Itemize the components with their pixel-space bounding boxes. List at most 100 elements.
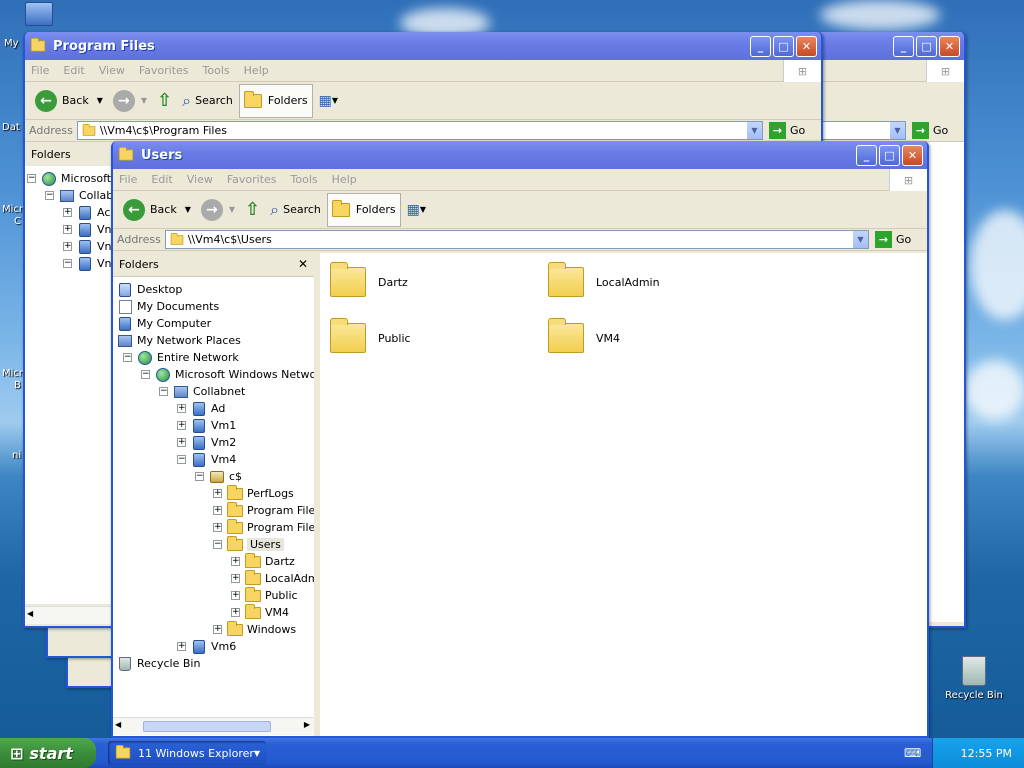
go-button[interactable]: → Go xyxy=(875,231,923,248)
minimize-icon[interactable]: _ xyxy=(856,144,877,166)
tree-item[interactable]: + Vn xyxy=(63,221,112,238)
tree-item[interactable]: My Computer xyxy=(117,315,211,332)
tree-item[interactable]: + LocalAdm xyxy=(231,569,314,587)
desktop-icon-label[interactable]: Micr xyxy=(2,368,23,379)
chevron-down-icon[interactable]: ▼ xyxy=(185,205,191,214)
collapse-icon[interactable]: − xyxy=(63,259,72,268)
tree-item[interactable]: − Entire Network xyxy=(123,349,239,366)
menu-view[interactable]: View xyxy=(99,64,125,77)
collapse-icon[interactable]: − xyxy=(177,455,186,464)
tree-item[interactable]: Desktop xyxy=(117,281,182,298)
menu-edit[interactable]: Edit xyxy=(63,64,84,77)
menu-help[interactable]: Help xyxy=(332,173,357,186)
expand-icon[interactable]: + xyxy=(213,506,222,515)
menu-favorites[interactable]: Favorites xyxy=(227,173,277,186)
tree-item[interactable]: + Program Files xyxy=(213,518,314,536)
maximize-icon[interactable]: □ xyxy=(879,144,900,166)
expand-icon[interactable]: + xyxy=(231,608,240,617)
expand-icon[interactable]: + xyxy=(177,438,186,447)
horizontal-scrollbar[interactable]: ◀ ▶ xyxy=(113,717,314,735)
expand-icon[interactable]: + xyxy=(177,404,186,413)
back-button[interactable]: ← Back ▼ xyxy=(119,193,195,227)
expand-icon[interactable]: + xyxy=(213,625,222,634)
tree-item[interactable]: − Microsoft W xyxy=(27,170,115,187)
expand-icon[interactable]: + xyxy=(231,574,240,583)
menu-favorites[interactable]: Favorites xyxy=(139,64,189,77)
folders-button[interactable]: Folders xyxy=(326,192,401,227)
scroll-left-icon[interactable]: ◀ xyxy=(115,720,121,729)
tree-item[interactable]: + Windows xyxy=(213,620,296,638)
tree-item[interactable]: + Program Files xyxy=(213,501,314,519)
expand-icon[interactable]: + xyxy=(231,557,240,566)
tree-item[interactable]: + PerfLogs xyxy=(213,484,294,502)
tree-item[interactable]: + Vm1 xyxy=(177,417,236,434)
desktop-icon-my-computer[interactable] xyxy=(22,2,56,32)
chevron-down-icon[interactable]: ▼ xyxy=(889,122,905,139)
forward-button[interactable]: → ▼ xyxy=(109,84,151,118)
desktop-icon-label[interactable]: Dat xyxy=(2,122,20,133)
back-button[interactable]: ← Back ▼ xyxy=(31,84,107,118)
tree-item[interactable]: − Vn xyxy=(63,255,112,272)
desktop-icon-label[interactable]: C xyxy=(14,216,21,227)
maximize-icon[interactable]: □ xyxy=(773,35,794,57)
tree-item[interactable]: + Vn xyxy=(63,238,112,255)
collapse-icon[interactable]: − xyxy=(159,387,168,396)
menu-view[interactable]: View xyxy=(187,173,213,186)
chevron-down-icon[interactable]: ▼ xyxy=(852,231,868,248)
close-pane-icon[interactable]: ✕ xyxy=(298,257,308,271)
scrollbar-thumb[interactable] xyxy=(143,721,271,732)
tree-item[interactable]: − Vm4 xyxy=(177,451,236,468)
tree-item[interactable]: + Vm2 xyxy=(177,434,236,451)
tree-item[interactable]: − Collab xyxy=(45,187,113,204)
menu-file[interactable]: File xyxy=(119,173,137,186)
chevron-down-icon[interactable]: ▼ xyxy=(97,96,103,105)
menu-file[interactable]: File xyxy=(31,64,49,77)
collapse-icon[interactable]: − xyxy=(195,472,204,481)
scroll-left-icon[interactable]: ◀ xyxy=(27,609,33,618)
desktop-icon-recycle-bin[interactable]: Recycle Bin xyxy=(944,656,1004,701)
desktop-icon-label[interactable]: B xyxy=(14,380,21,391)
close-icon[interactable]: ✕ xyxy=(796,35,817,57)
tree-item[interactable]: + Dartz xyxy=(231,552,295,570)
file-item[interactable]: Public xyxy=(330,318,411,353)
tree-item[interactable]: − Collabnet xyxy=(159,383,245,400)
expand-icon[interactable]: + xyxy=(213,523,222,532)
go-label[interactable]: Go xyxy=(933,124,948,137)
users-window[interactable]: Users _ □ ✕ File Edit View Favorites Too… xyxy=(111,141,929,738)
minimize-icon[interactable]: _ xyxy=(893,35,914,57)
up-button[interactable]: ⇧ xyxy=(241,193,264,227)
tree-item[interactable]: Recycle Bin xyxy=(117,655,200,672)
go-arrow-icon[interactable]: → xyxy=(912,122,929,139)
expand-icon[interactable]: + xyxy=(231,591,240,600)
desktop-icon-label[interactable]: Micr xyxy=(2,204,23,215)
search-button[interactable]: ⌕ Search xyxy=(266,193,325,227)
tree-item[interactable]: + VM4 xyxy=(231,603,289,621)
folders-button[interactable]: Folders xyxy=(238,83,313,118)
desktop-icon-label[interactable]: My xyxy=(4,38,19,49)
maximize-icon[interactable]: □ xyxy=(916,35,937,57)
menu-edit[interactable]: Edit xyxy=(151,173,172,186)
tree-item[interactable]: My Network Places xyxy=(117,332,241,349)
close-icon[interactable]: ✕ xyxy=(902,144,923,166)
collapse-icon[interactable]: − xyxy=(45,191,54,200)
menu-help[interactable]: Help xyxy=(244,64,269,77)
keyboard-icon[interactable]: ⌨ xyxy=(904,746,921,760)
views-button[interactable]: ▦ ▼ xyxy=(403,193,430,227)
menu-tools[interactable]: Tools xyxy=(291,173,318,186)
title-bar[interactable]: _ □ ✕ xyxy=(818,32,964,60)
views-button[interactable]: ▦ ▼ xyxy=(315,84,342,118)
file-item[interactable]: Dartz xyxy=(330,262,408,297)
expand-icon[interactable]: + xyxy=(213,489,222,498)
file-item[interactable]: VM4 xyxy=(548,318,620,353)
tree-item[interactable]: + Vm6 xyxy=(177,638,236,655)
file-item[interactable]: LocalAdmin xyxy=(548,262,660,297)
collapse-icon[interactable]: − xyxy=(27,174,36,183)
expand-icon[interactable]: + xyxy=(63,208,72,217)
up-button[interactable]: ⇧ xyxy=(153,84,176,118)
tree-item[interactable]: My Documents xyxy=(117,298,219,315)
tree-item[interactable]: + Ad xyxy=(177,400,225,417)
collapse-icon[interactable]: − xyxy=(141,370,150,379)
tree-item[interactable]: + Ac xyxy=(63,204,110,221)
expand-icon[interactable]: + xyxy=(63,242,72,251)
horizontal-scrollbar[interactable]: ◀ xyxy=(25,606,115,624)
